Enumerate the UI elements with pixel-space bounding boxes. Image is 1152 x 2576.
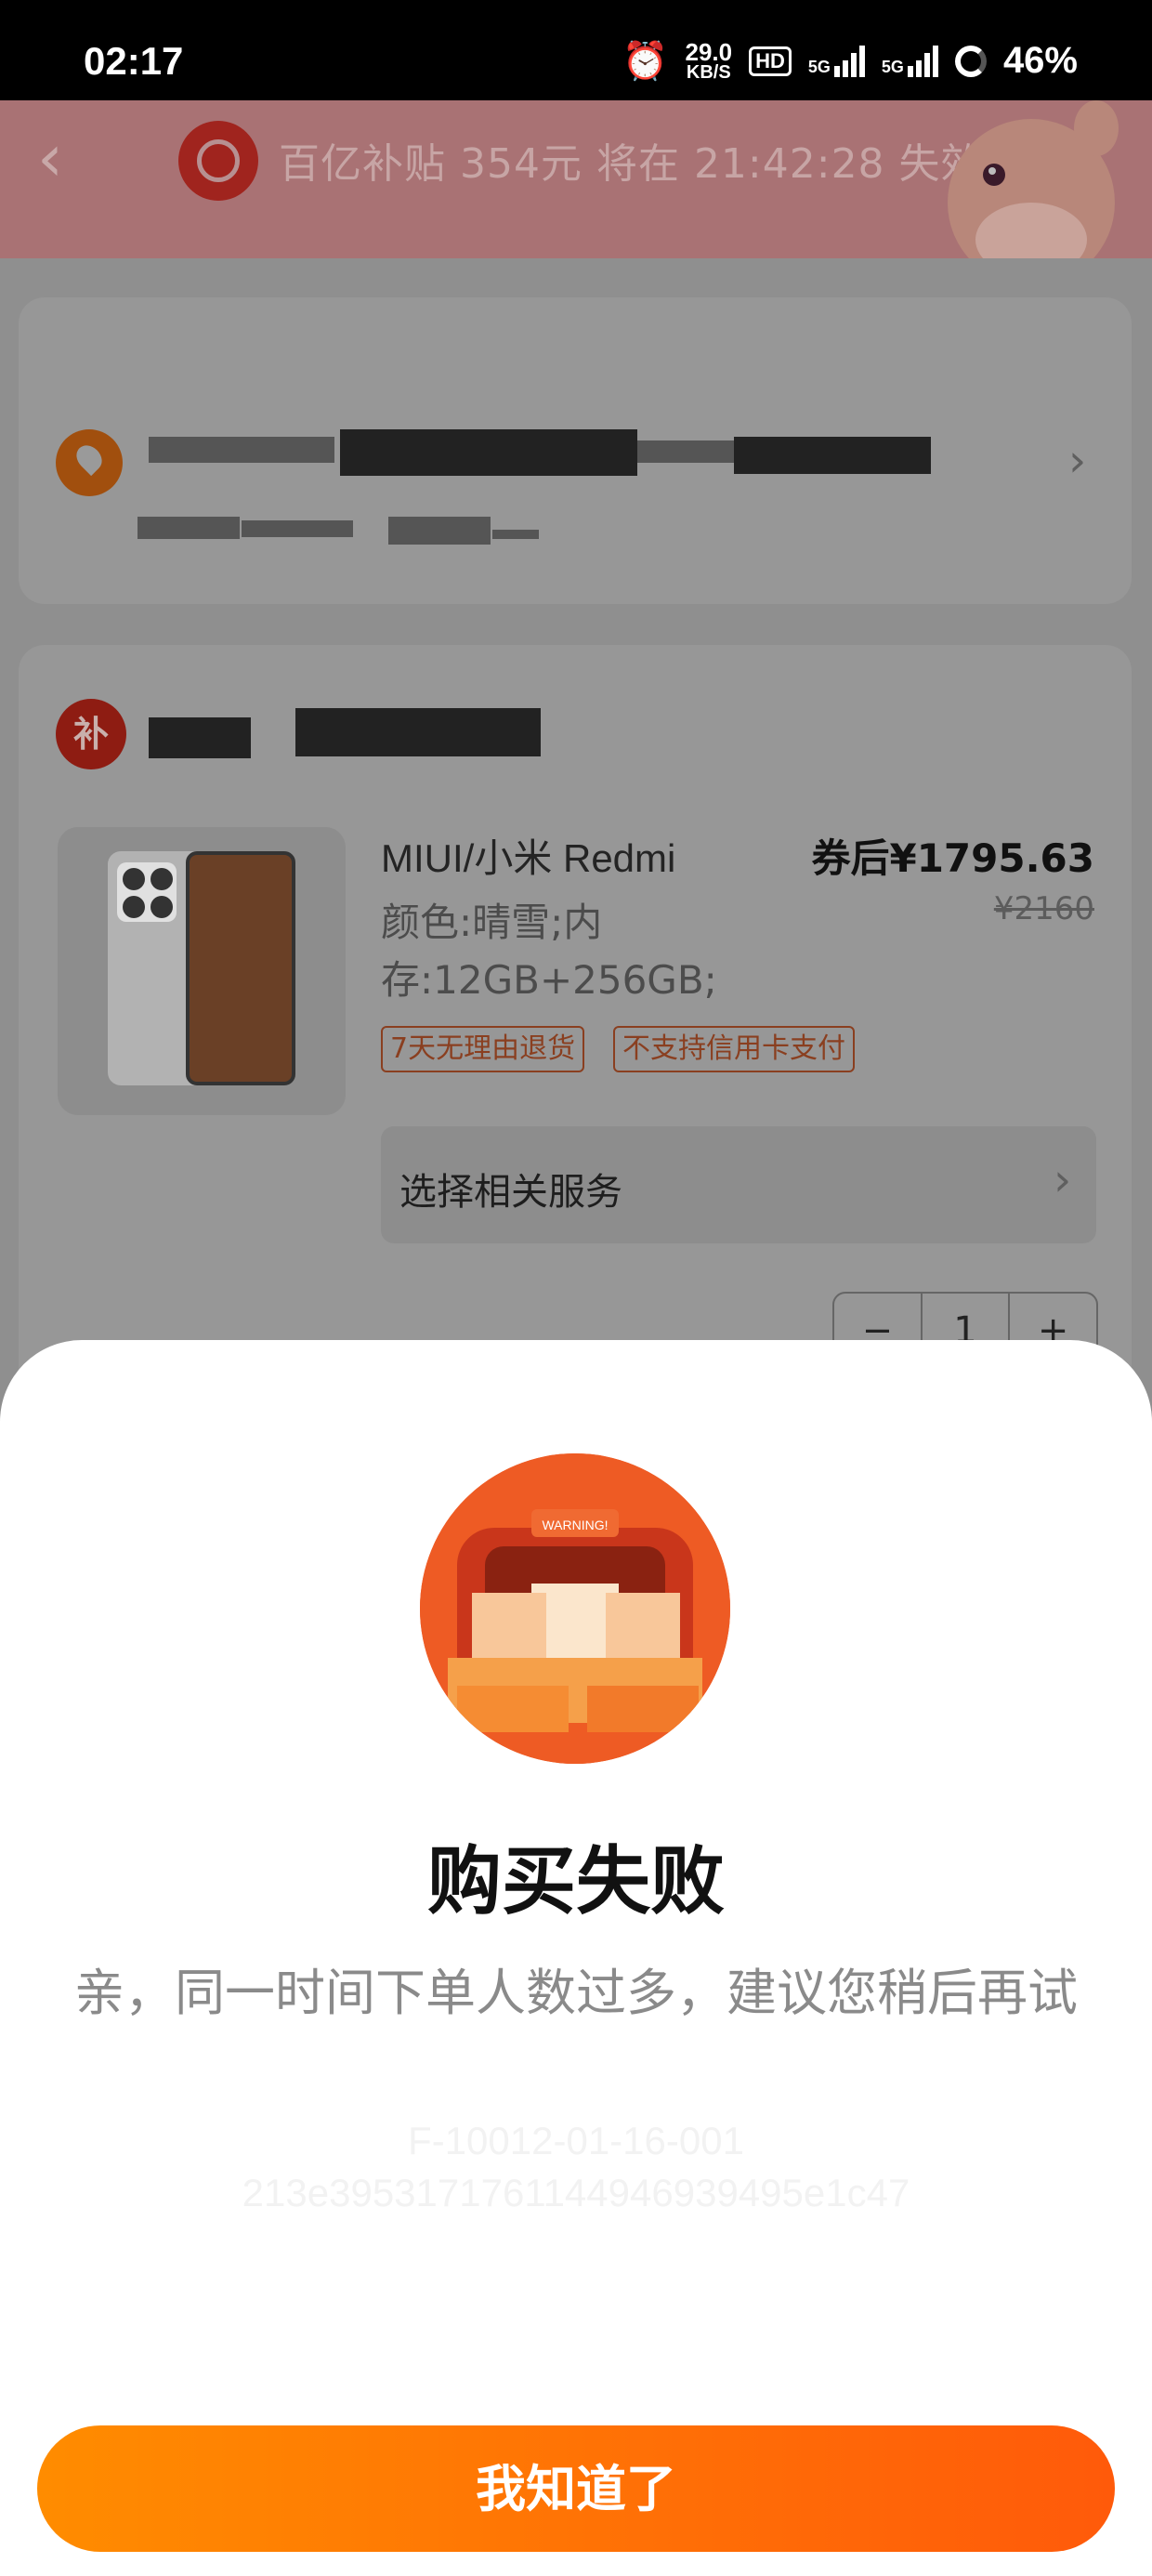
redacted-address — [734, 437, 931, 474]
payment-policy-tag: 不支持信用卡支付 — [613, 1026, 855, 1072]
redacted-address — [340, 429, 637, 476]
hd-icon: HD — [749, 46, 792, 76]
warning-truck-icon: WARNING! — [420, 1453, 730, 1764]
redacted-contact — [137, 517, 240, 539]
battery-level: 46% — [1002, 40, 1078, 81]
chevron-right-icon: › — [1068, 435, 1087, 487]
acknowledge-button[interactable]: 我知道了 — [37, 2425, 1115, 2552]
select-service-label: 选择相关服务 — [399, 1171, 622, 1214]
subsidy-countdown: 百亿补贴 354元 将在 21:42:28 失效 — [279, 140, 983, 188]
network-1-label: 5G — [807, 57, 831, 76]
status-bar: 02:17 ⏰ 29.0 KB/S HD 5G 5G 46% — [0, 0, 1152, 100]
mascot-icon — [948, 100, 1119, 258]
network-2-label: 5G — [881, 57, 904, 76]
alarm-clock-icon — [178, 121, 258, 201]
warning-illustration: WARNING! — [420, 1453, 730, 1764]
phone-front-image — [186, 851, 295, 1085]
battery-icon — [954, 45, 987, 77]
speed-value: 29.0 — [685, 37, 733, 66]
redacted-address — [637, 440, 740, 463]
signal-bars-icon — [907, 45, 938, 77]
chevron-right-icon: › — [1054, 1154, 1072, 1206]
location-pin-icon — [56, 429, 123, 496]
redacted-shop-name — [295, 708, 541, 756]
signal-1: 5G — [807, 45, 865, 77]
redacted-shop-name — [149, 717, 251, 758]
product-title[interactable]: MIUI/小米 Redmi — [381, 827, 675, 884]
trace-id: 213e3953171761144946939495e1c47 — [242, 2171, 910, 2215]
network-speed: 29.0 KB/S — [685, 37, 733, 83]
status-icons: ⏰ 29.0 KB/S HD 5G 5G 46% — [622, 39, 1078, 83]
redacted-contact — [492, 530, 539, 539]
status-time: 02:17 — [84, 39, 184, 83]
warning-sign-text: WARNING! — [542, 1518, 608, 1532]
error-code: F-10012-01-16-001 — [408, 2119, 744, 2162]
dialog-title: 购买失败 — [427, 1838, 725, 1925]
redacted-contact — [388, 517, 491, 545]
signal-bars-icon — [833, 45, 865, 77]
return-policy-tag: 7天无理由退货 — [381, 1026, 585, 1072]
original-price: ¥2160 — [993, 890, 1094, 927]
camera-module — [117, 862, 177, 922]
back-icon[interactable]: ‹ — [37, 125, 93, 191]
dialog-message: 亲，同一时间下单人数过多，建议您稍后再试 — [74, 1964, 1078, 2022]
redacted-address — [149, 437, 334, 463]
product-attributes: 颜色:晴雪;内存:12GB+256GB; — [381, 900, 717, 1003]
subsidy-badge: 补 — [56, 699, 126, 769]
redacted-contact — [242, 520, 353, 537]
alarm-icon: ⏰ — [622, 41, 669, 82]
signal-2: 5G — [881, 45, 938, 77]
speed-unit: KB/S — [686, 61, 731, 83]
coupon-price: 券后¥1795.63 — [811, 835, 1094, 881]
